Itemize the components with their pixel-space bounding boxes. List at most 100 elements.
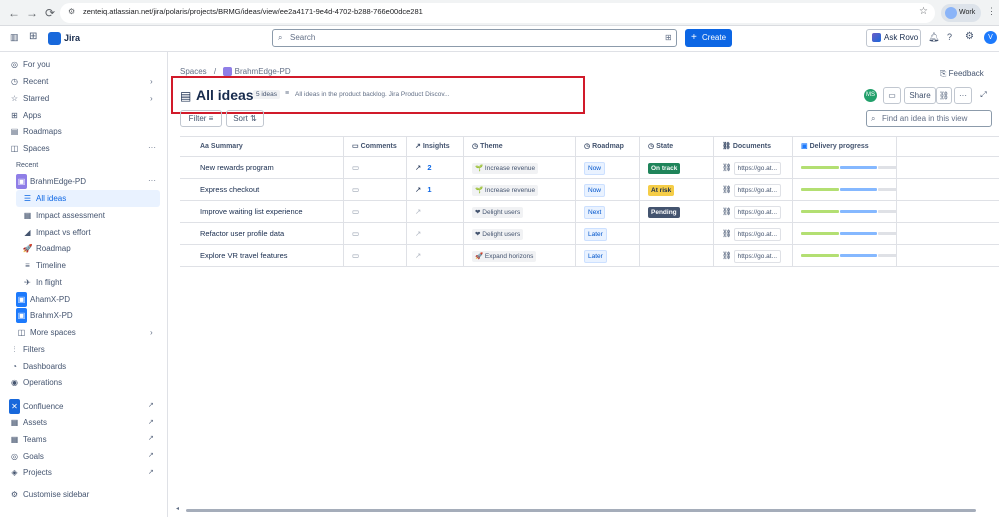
cell-roadmap[interactable]: Later: [576, 223, 640, 244]
roadmap-tag[interactable]: Now: [584, 161, 606, 175]
add-comment-icon[interactable]: ▭: [352, 185, 359, 194]
sidebar-item-apps[interactable]: ⊞ Apps: [9, 108, 41, 123]
sidebar-item-recent[interactable]: ◷ Recent: [9, 74, 48, 89]
scroll-left-icon[interactable]: ◂: [176, 505, 179, 512]
state-tag[interactable]: At risk: [648, 184, 675, 196]
sidebar-item-operations[interactable]: ◉ Operations: [9, 375, 62, 390]
forward-icon[interactable]: →: [24, 5, 40, 21]
cell-state[interactable]: At risk: [640, 179, 714, 200]
cell-theme[interactable]: ❤ Delight users: [464, 201, 576, 222]
cell-roadmap[interactable]: Now: [576, 179, 640, 200]
insights-count[interactable]: 2: [427, 163, 431, 172]
document-link[interactable]: https://go.at...: [733, 205, 782, 219]
bookmark-star-icon[interactable]: ☆: [919, 6, 928, 17]
sidebar-item-teams[interactable]: ▦ Teams: [9, 432, 47, 447]
sidebar-toggle-icon[interactable]: ▥: [10, 32, 19, 43]
cell-insights[interactable]: ↗ 1: [407, 179, 464, 200]
app-switcher-icon[interactable]: ⊞: [29, 31, 37, 42]
cell-theme[interactable]: ❤ Delight users: [464, 223, 576, 244]
cell-theme[interactable]: 🌱 Increase revenue: [464, 157, 576, 178]
cell-insights[interactable]: ↗: [407, 245, 464, 266]
sidebar-item-roadmap[interactable]: 🚀 Roadmap: [22, 241, 71, 256]
user-avatar[interactable]: MS: [864, 89, 877, 102]
column-roadmap[interactable]: ◷ Roadmap: [576, 137, 640, 156]
more-icon[interactable]: ···: [148, 176, 156, 185]
cell-roadmap[interactable]: Next: [576, 201, 640, 222]
sort-button[interactable]: Sort ⇅: [226, 110, 264, 127]
theme-tag[interactable]: 🚀 Expand horizons: [472, 250, 537, 262]
sidebar-item-more-spaces[interactable]: ◫ More spaces: [16, 325, 76, 340]
column-summary[interactable]: Aa Summary: [180, 137, 344, 156]
comments-icon[interactable]: ▭: [883, 87, 901, 104]
idea-summary[interactable]: Express checkout: [188, 185, 259, 194]
back-icon[interactable]: ←: [6, 5, 22, 21]
cell-summary[interactable]: Improve waiting list experience: [180, 201, 344, 222]
cell-state[interactable]: On track: [640, 157, 714, 178]
insights-count[interactable]: 1: [427, 185, 431, 194]
cell-insights[interactable]: ↗ 2: [407, 157, 464, 178]
column-theme[interactable]: ◷ Theme: [464, 137, 576, 156]
filter-button[interactable]: Filter ≡: [180, 110, 222, 127]
sidebar-item-impact-assessment[interactable]: ▦ Impact assessment: [22, 208, 105, 223]
more-icon[interactable]: ···: [148, 143, 156, 152]
search-filter-icon[interactable]: ⊞: [665, 30, 672, 46]
create-button[interactable]: + Create: [685, 29, 732, 47]
document-link[interactable]: https://go.at...: [733, 183, 782, 197]
roadmap-tag[interactable]: Later: [584, 227, 607, 241]
chevron-right-icon[interactable]: ›: [150, 328, 153, 337]
more-options-icon[interactable]: ···: [954, 87, 972, 104]
document-link[interactable]: https://go.at...: [733, 161, 782, 175]
cell-state[interactable]: Pending: [640, 201, 714, 222]
column-delivery-progress[interactable]: ▣ Delivery progress: [793, 137, 897, 156]
table-row[interactable]: New rewards program ▭ ↗ 2 🌱 Increase revenu…: [180, 157, 999, 179]
sidebar-item-confluence[interactable]: ✕ Confluence: [9, 399, 63, 414]
cell-delivery-progress[interactable]: [793, 201, 897, 222]
sidebar-item-customise[interactable]: ⚙ Customise sidebar: [9, 487, 89, 502]
find-idea-input[interactable]: ⌕ Find an idea in this view: [866, 110, 992, 127]
fullscreen-icon[interactable]: ⤢: [975, 87, 992, 104]
profile-button[interactable]: Work: [941, 4, 981, 22]
cell-delivery-progress[interactable]: [793, 245, 897, 266]
state-tag[interactable]: Pending: [648, 206, 680, 218]
sidebar-item-ahamx[interactable]: ▣ AhamX-PD: [16, 292, 70, 307]
cell-summary[interactable]: Express checkout: [180, 179, 344, 200]
cell-state[interactable]: [640, 223, 714, 244]
cell-summary[interactable]: New rewards program: [180, 157, 344, 178]
site-info-icon[interactable]: ⚙: [68, 7, 75, 16]
ask-rovo-button[interactable]: Ask Rovo: [866, 29, 921, 47]
add-comment-icon[interactable]: ▭: [352, 163, 359, 172]
sidebar-item-impact-vs-effort[interactable]: ◢ Impact vs effort: [22, 225, 90, 240]
cell-documents[interactable]: ⛓ https://go.at...: [714, 223, 793, 244]
cell-comments[interactable]: ▭: [344, 245, 407, 266]
cell-comments[interactable]: ▭: [344, 201, 407, 222]
roadmap-tag[interactable]: Next: [584, 205, 606, 219]
document-link[interactable]: https://go.at...: [733, 249, 782, 263]
notifications-icon[interactable]: 🔔︎: [928, 32, 939, 43]
theme-tag[interactable]: 🌱 Increase revenue: [472, 184, 539, 196]
roadmap-tag[interactable]: Later: [584, 249, 607, 263]
sidebar-item-timeline[interactable]: ≡ Timeline: [22, 258, 66, 273]
cell-state[interactable]: [640, 245, 714, 266]
sidebar-item-roadmaps[interactable]: ▤ Roadmaps: [9, 124, 62, 139]
cell-delivery-progress[interactable]: [793, 179, 897, 200]
sidebar-item-dashboards[interactable]: ◔ Dashboards: [9, 359, 66, 374]
column-state[interactable]: ◷ State: [640, 137, 714, 156]
idea-summary[interactable]: New rewards program: [188, 163, 274, 172]
view-description[interactable]: All ideas in the product backlog. Jira P…: [295, 91, 450, 98]
idea-summary[interactable]: Explore VR travel features: [188, 251, 288, 260]
cell-theme[interactable]: 🚀 Expand horizons: [464, 245, 576, 266]
settings-icon[interactable]: ⚙: [965, 31, 974, 42]
sidebar-item-brahmx[interactable]: ▣ BrahmX-PD: [16, 308, 73, 323]
horizontal-scrollbar[interactable]: ◂: [176, 505, 999, 513]
link-icon[interactable]: ⛓: [936, 87, 952, 104]
breadcrumb-spaces[interactable]: Spaces: [180, 67, 207, 76]
cell-documents[interactable]: ⛓ https://go.at...: [714, 179, 793, 200]
add-comment-icon[interactable]: ▭: [352, 229, 359, 238]
breadcrumb-project[interactable]: BrahmEdge-PD: [235, 67, 291, 76]
table-row[interactable]: Improve waiting list experience ▭ ↗ ❤ Delig…: [180, 201, 999, 223]
help-icon[interactable]: ?: [947, 32, 952, 42]
cell-roadmap[interactable]: Later: [576, 245, 640, 266]
page-title[interactable]: All ideas: [196, 87, 254, 103]
add-comment-icon[interactable]: ▭: [352, 207, 359, 216]
add-comment-icon[interactable]: ▭: [352, 251, 359, 260]
